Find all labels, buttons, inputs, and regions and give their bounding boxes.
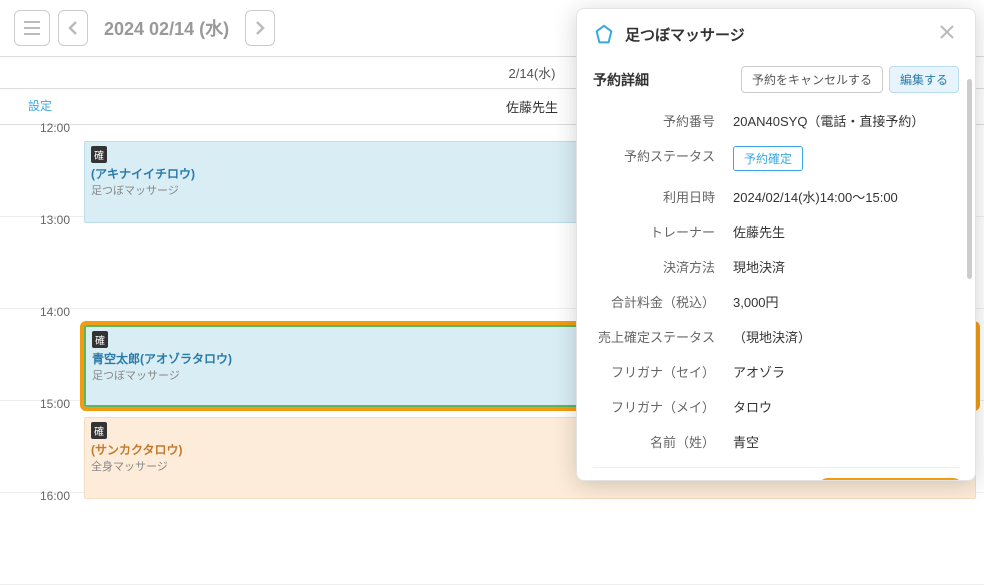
detail-row-datetime: 利用日時 2024/02/14(水)14:00〜15:00 [593, 179, 959, 214]
reservation-detail-panel: 足つぼマッサージ 予約詳細 予約をキャンセルする 編集する 予約番号 20AN4… [576, 8, 976, 481]
next-reservation-section: 次回予約 次回予約をする [593, 467, 959, 480]
edit-button[interactable]: 編集する [889, 66, 959, 93]
detail-row-trainer: トレーナー 佐藤先生 [593, 214, 959, 249]
detail-row-total: 合計料金（税込） 3,000円 [593, 284, 959, 319]
detail-row-number: 予約番号 20AN40SYQ（電話・直接予約） [593, 103, 959, 138]
service-icon [593, 24, 615, 46]
time-label: 13:00 [0, 209, 80, 300]
status-badge: 予約確定 [733, 146, 803, 171]
next-button[interactable] [245, 10, 275, 46]
panel-header: 足つぼマッサージ [577, 9, 975, 60]
chevron-right-icon [255, 21, 265, 35]
menu-button[interactable] [14, 10, 50, 46]
panel-title: 足つぼマッサージ [625, 24, 925, 45]
event-badge: 確 [91, 146, 107, 163]
section-title: 予約詳細 [593, 70, 649, 90]
close-button[interactable] [935, 23, 959, 46]
detail-row-status: 予約ステータス 予約確定 [593, 138, 959, 179]
time-label: 15:00 [0, 393, 80, 484]
chevron-left-icon [68, 21, 78, 35]
date-title: 2024 02/14 (水) [104, 15, 229, 41]
time-label: 12:00 [0, 117, 80, 208]
scrollbar[interactable] [967, 79, 972, 279]
detail-row-name-sei: 名前（姓） 青空 [593, 424, 959, 459]
prev-button[interactable] [58, 10, 88, 46]
time-label: 14:00 [0, 301, 80, 392]
event-badge: 確 [92, 331, 108, 348]
detail-row-furigana-sei: フリガナ（セイ） アオゾラ [593, 354, 959, 389]
event-badge: 確 [91, 422, 107, 439]
time-label: 16:00 [0, 485, 80, 576]
panel-body: 予約詳細 予約をキャンセルする 編集する 予約番号 20AN40SYQ（電話・直… [577, 60, 975, 480]
menu-icon [24, 21, 40, 35]
cancel-reservation-button[interactable]: 予約をキャンセルする [741, 66, 883, 93]
detail-row-sales: 売上確定ステータス （現地決済） [593, 319, 959, 354]
detail-row-furigana-mei: フリガナ（メイ） タロウ [593, 389, 959, 424]
close-icon [939, 24, 955, 40]
detail-row-payment: 決済方法 現地決済 [593, 249, 959, 284]
